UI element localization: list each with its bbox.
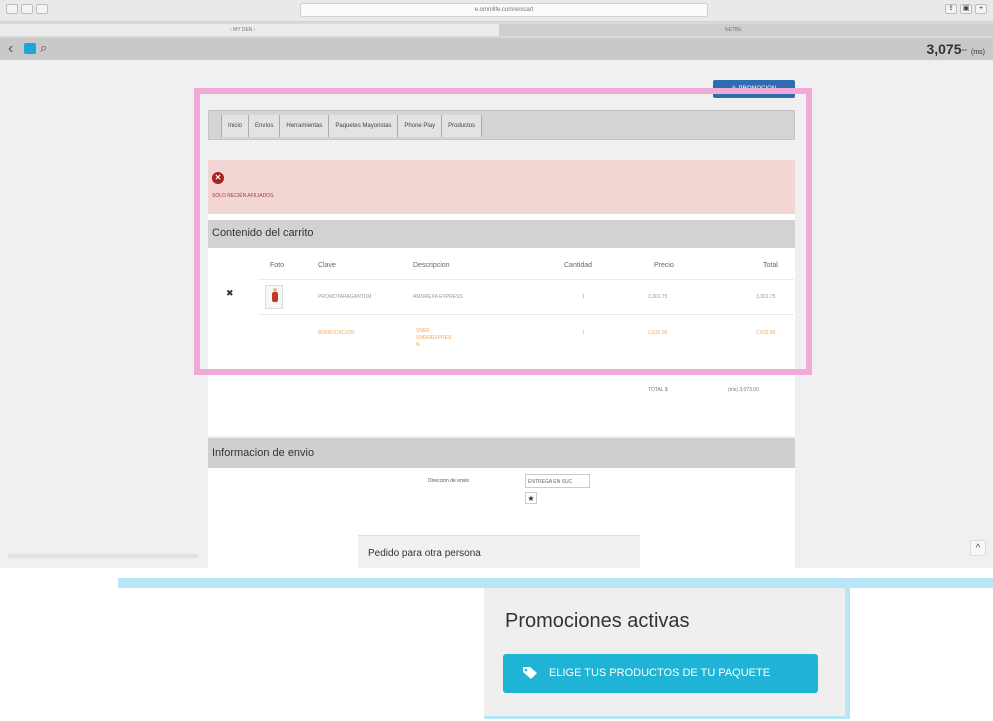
shipping-address-select[interactable]: ENTREGA EN SUC bbox=[525, 474, 590, 488]
left-footer-bar bbox=[8, 554, 198, 558]
browser-tab-strip: ‹ MY DEN › NETBE bbox=[0, 22, 993, 38]
annotation-highlight-box bbox=[194, 88, 812, 375]
sidebar-toggle-button[interactable] bbox=[36, 4, 48, 14]
active-promotions-card: Promociones activas ELIGE TUS PRODUCTOS … bbox=[484, 588, 850, 719]
search-icon[interactable]: ⌕ bbox=[40, 41, 47, 55]
total-value: (ms) 3,073.00 bbox=[728, 387, 759, 393]
other-person-panel[interactable]: Pedido para otra persona bbox=[358, 535, 640, 568]
browser-tab-inactive[interactable]: NETBE bbox=[500, 24, 993, 36]
choose-products-label: ELIGE TUS PRODUCTOS DE TU PAQUETE bbox=[549, 667, 771, 679]
site-logo[interactable] bbox=[24, 43, 36, 54]
browser-right-controls: ⇪ ▣ + bbox=[945, 4, 987, 14]
balance-value: 3,075 bbox=[926, 41, 962, 57]
active-promotions-title: Promociones activas bbox=[505, 610, 690, 632]
balance-superscript: °° bbox=[961, 49, 968, 56]
balance-unit: (ms) bbox=[971, 49, 985, 56]
forward-nav-button[interactable] bbox=[21, 4, 33, 14]
shipping-header: Informacion de envio bbox=[208, 438, 795, 468]
site-topbar: ‹ ⌕ 3,075°° (ms) bbox=[0, 38, 993, 60]
shipping-address-label: Direccion de envio bbox=[428, 478, 470, 484]
share-icon[interactable]: ⇪ bbox=[945, 4, 957, 14]
tabs-icon[interactable]: ▣ bbox=[960, 4, 972, 14]
address-bar[interactable]: e.omnilife.com/en/cart bbox=[300, 3, 708, 17]
balance-display: 3,075°° (ms) bbox=[926, 41, 985, 57]
star-icon[interactable]: ★ bbox=[525, 492, 537, 504]
total-label: TOTAL $ bbox=[648, 387, 668, 393]
new-tab-icon[interactable]: + bbox=[975, 4, 987, 14]
browser-toolbar: e.omnilife.com/en/cart ⇪ ▣ + bbox=[0, 0, 993, 22]
shipping-section: Direccion de envio ENTREGA EN SUC ★ Pedi… bbox=[208, 468, 795, 568]
scroll-up-chevron-icon[interactable]: ^ bbox=[970, 540, 986, 556]
choose-products-button[interactable]: ELIGE TUS PRODUCTOS DE TU PAQUETE bbox=[503, 654, 818, 693]
tag-icon bbox=[523, 667, 537, 679]
back-nav-button[interactable] bbox=[6, 4, 18, 14]
browser-tab-active[interactable]: ‹ MY DEN › bbox=[0, 24, 500, 36]
window-controls bbox=[6, 4, 48, 14]
annotation-divider bbox=[118, 578, 993, 588]
back-chevron-icon[interactable]: ‹ bbox=[8, 41, 13, 57]
